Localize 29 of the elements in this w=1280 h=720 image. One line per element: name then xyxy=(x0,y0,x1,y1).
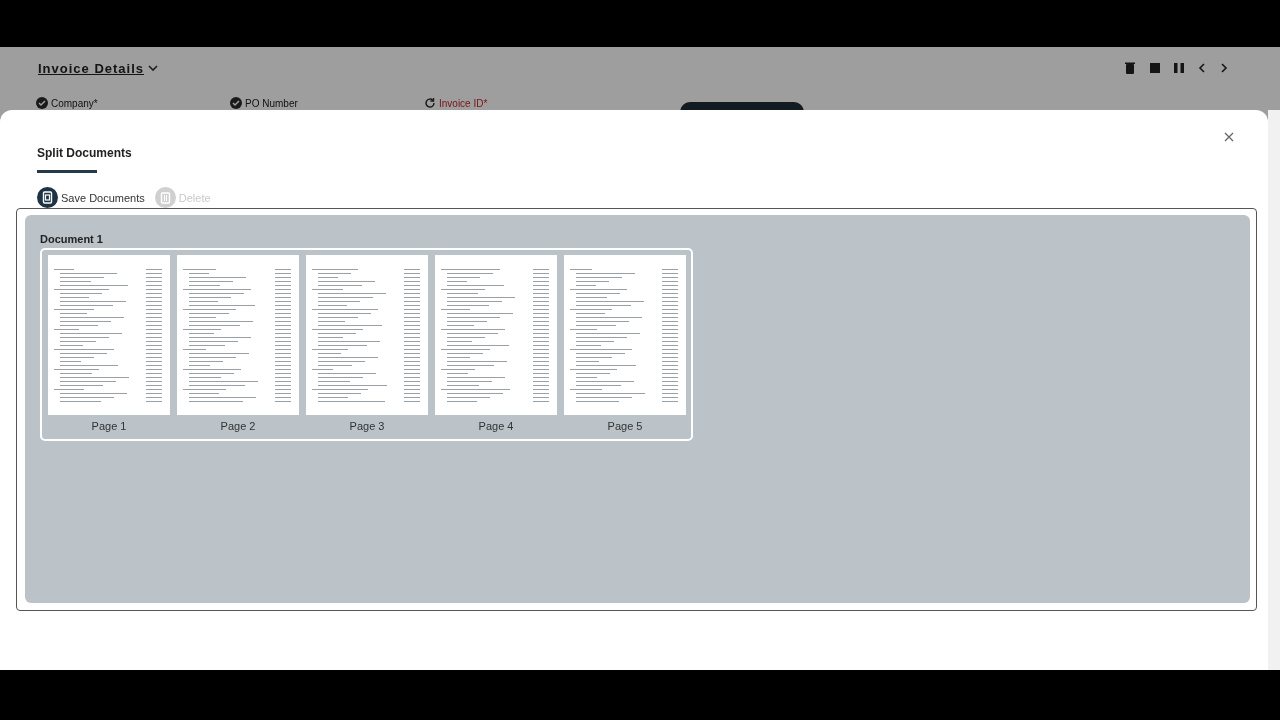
field-label: Company* xyxy=(51,97,98,109)
page-thumbnail[interactable] xyxy=(435,255,557,415)
page-thumbnail[interactable] xyxy=(48,255,170,415)
trash-icon[interactable] xyxy=(1124,62,1136,74)
page-label: Page 3 xyxy=(349,420,385,432)
page-thumbnail[interactable] xyxy=(177,255,299,415)
document-title: Document 1 xyxy=(40,233,104,245)
page-thumbnail[interactable] xyxy=(306,255,428,415)
field-label: PO Number xyxy=(245,97,298,109)
page-title[interactable]: Invoice Details xyxy=(38,60,145,76)
pause-icon[interactable] xyxy=(1174,63,1184,73)
save-button[interactable]: Save Documents xyxy=(37,187,145,208)
page-thumbnail[interactable] xyxy=(564,255,686,415)
document-group[interactable]: Page 1 Page 2 Page 3 Page 4 Page 5 xyxy=(40,248,693,441)
trash-icon xyxy=(154,187,176,208)
chevron-left-icon[interactable] xyxy=(1198,63,1206,73)
chevron-down-icon xyxy=(148,64,159,72)
tab-indicator xyxy=(37,170,97,173)
refresh-icon xyxy=(424,97,436,109)
close-button[interactable] xyxy=(1222,130,1236,144)
document-icon xyxy=(37,187,58,208)
field-label: Invoice ID* xyxy=(439,97,488,109)
scrollbar[interactable] xyxy=(1268,110,1280,670)
page-label: Page 1 xyxy=(91,420,127,432)
dialog-title: Split Documents xyxy=(37,146,133,161)
page-label: Page 2 xyxy=(220,420,256,432)
page-label: Page 4 xyxy=(478,420,514,432)
chevron-right-icon[interactable] xyxy=(1220,63,1228,73)
page-label: Page 5 xyxy=(607,420,643,432)
